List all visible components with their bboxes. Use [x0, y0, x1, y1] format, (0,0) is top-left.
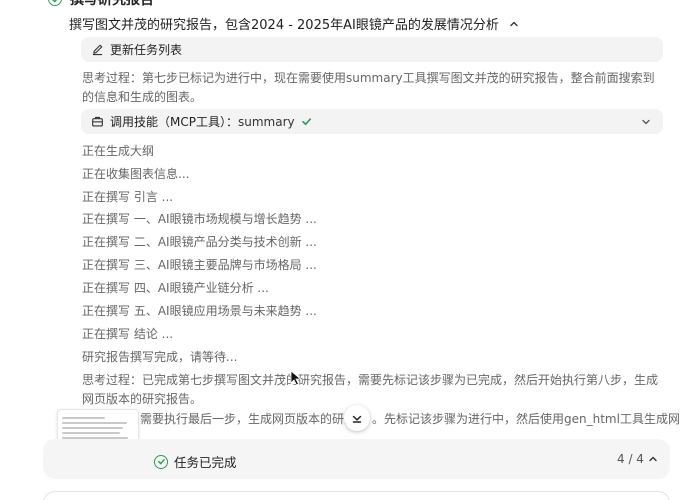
- progress-line: 正在撰写 四、AI眼镜产业链分析 ...: [82, 281, 269, 295]
- task-status: 任务已完成: [154, 452, 237, 471]
- chevron-up-icon[interactable]: [648, 454, 658, 464]
- step-header[interactable]: 撰写图文并茂的研究报告，包含2024 - 2025年AI眼镜产品的发展情况分析: [69, 14, 519, 33]
- thinking-text-partial-tail: 。先标记该步骤为进行中，然后使用gen_html工具生成网: [372, 412, 680, 426]
- thinking-text-partial: 需要执行最后一步，生成网页版本的研究: [140, 412, 357, 426]
- check-circle-icon: [48, 0, 62, 6]
- progress-line: 正在收集图表信息...: [82, 167, 190, 181]
- progress-line: 正在撰写 结论 ...: [82, 327, 174, 341]
- thinking-text: 思考过程：第七步已标记为进行中，现在需要使用summary工具撰写图文并茂的研究…: [82, 71, 655, 104]
- progress-line: 正在生成大纲: [82, 144, 155, 158]
- chat-input-box[interactable]: [43, 491, 670, 500]
- thinking-text: 思考过程：已完成第七步撰写图文并茂的研究报告，需要先标记该步骤为已完成，然后开始…: [82, 373, 659, 406]
- edit-icon: [92, 44, 103, 56]
- update-task-list-pill[interactable]: 更新任务列表: [81, 37, 663, 62]
- task-status-label: 任务已完成: [174, 455, 237, 470]
- scroll-down-button[interactable]: [344, 405, 370, 431]
- task-status-bar[interactable]: [43, 439, 670, 479]
- arrow-down-icon: [352, 415, 362, 423]
- mouse-cursor-icon: [290, 370, 302, 386]
- progress-line: 正在撰写 二、AI眼镜产品分类与技术创新 ...: [82, 235, 317, 249]
- task-count: 4 / 4: [617, 452, 644, 466]
- progress-line: 正在撰写 五、AI眼镜应用场景与未来趋势 ...: [82, 304, 317, 318]
- check-circle-icon: [154, 454, 168, 469]
- partial-step-header[interactable]: 撰写研究报告: [48, 0, 154, 8]
- progress-line: 正在撰写 一、AI眼镜市场规模与增长趋势 ...: [82, 212, 317, 226]
- progress-line: 正在撰写 三、AI眼镜主要品牌与市场格局 ...: [82, 258, 317, 272]
- chevron-up-icon[interactable]: [509, 19, 519, 29]
- update-task-list-label: 更新任务列表: [110, 43, 183, 57]
- check-icon: [301, 118, 311, 126]
- chevron-down-icon[interactable]: [641, 117, 651, 127]
- toolbox-icon: [92, 116, 103, 127]
- partial-step-title: 撰写研究报告: [70, 0, 154, 8]
- skill-call-pill[interactable]: 调用技能（MCP工具）： summary: [81, 109, 663, 134]
- skill-tool-name: summary: [237, 114, 295, 129]
- progress-line: 正在撰写 引言 ...: [82, 190, 174, 204]
- step-title: 撰写图文并茂的研究报告，包含2024 - 2025年AI眼镜产品的发展情况分析: [69, 18, 499, 33]
- progress-line: 研究报告撰写完成，请等待...: [82, 350, 238, 364]
- skill-call-label: 调用技能（MCP工具）：: [110, 115, 238, 129]
